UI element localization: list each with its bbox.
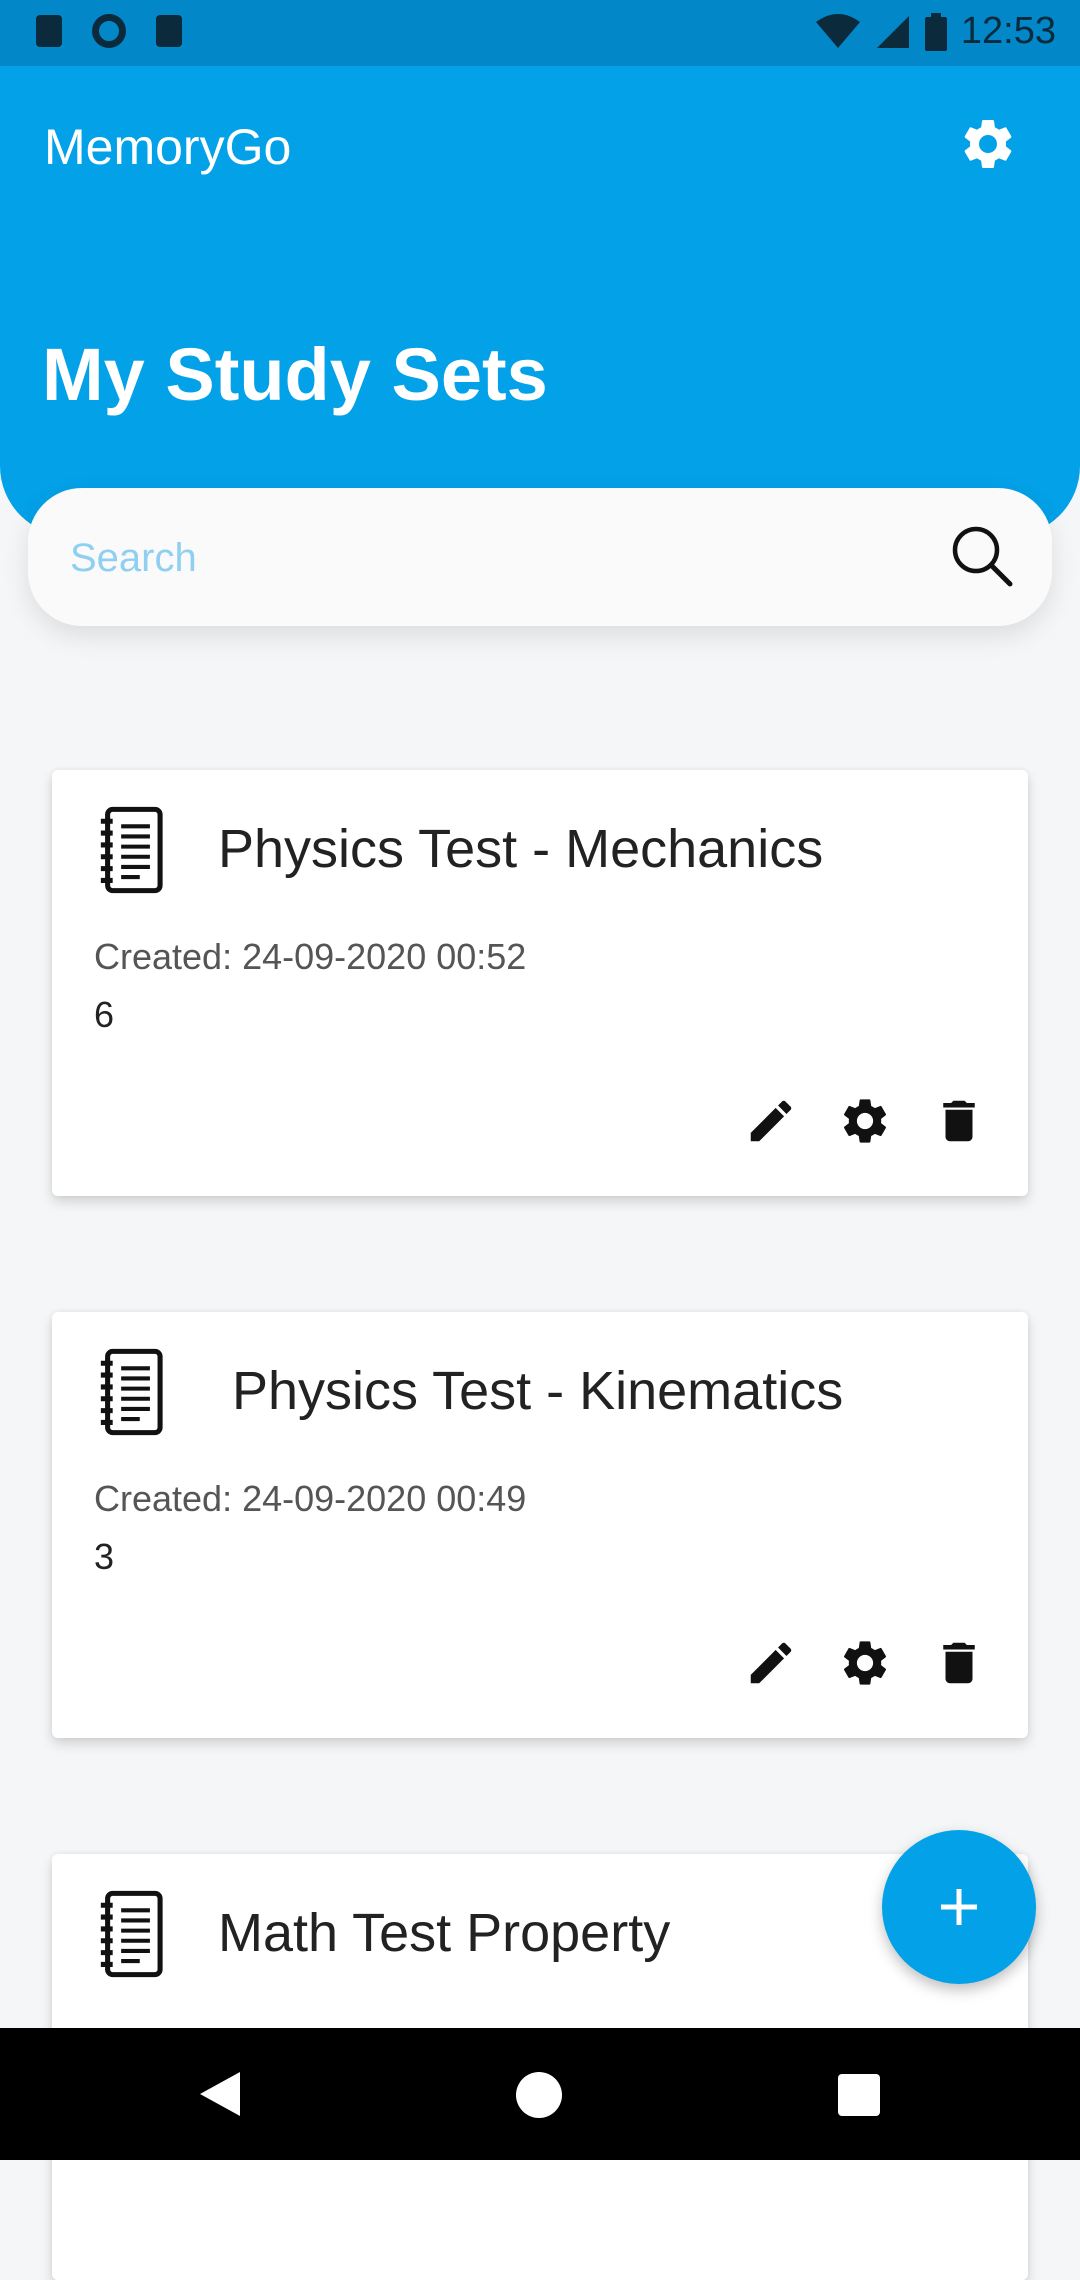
study-set-title: Physics Test - Mechanics: [218, 819, 824, 879]
status-right-icons: 12:53: [815, 10, 1056, 53]
study-set-card[interactable]: Physics Test - Kinematics Created: 24-09…: [52, 1312, 1028, 1738]
sd-card-icon: [156, 15, 182, 47]
signal-icon: [876, 15, 909, 48]
gear-icon[interactable]: [958, 114, 1018, 174]
gear-icon[interactable]: [838, 1094, 892, 1148]
add-study-set-button[interactable]: [882, 1830, 1036, 1984]
study-set-title: Physics Test - Kinematics: [232, 1361, 844, 1421]
app-header: MemoryGo My Study Sets: [0, 66, 1080, 536]
notification-icon: [36, 15, 62, 47]
recents-icon[interactable]: [838, 2074, 880, 2116]
status-left-icons: [36, 14, 182, 48]
edit-icon[interactable]: [744, 1636, 798, 1690]
status-time: 12:53: [960, 10, 1056, 52]
created-date: Created: 24-09-2020 00:52: [94, 936, 527, 977]
gear-icon[interactable]: [838, 1636, 892, 1690]
search-icon[interactable]: [948, 522, 1016, 590]
status-bar: 12:53: [0, 0, 1080, 66]
card-actions: [744, 1636, 986, 1690]
navigation-bar: [0, 2028, 1080, 2160]
study-set-card[interactable]: Physics Test - Mechanics Created: 24-09-…: [52, 770, 1028, 1196]
card-count: 3: [94, 1536, 115, 1577]
app-title: MemoryGo: [44, 119, 292, 175]
notebook-icon: [98, 1890, 168, 1978]
battery-icon: [924, 12, 947, 51]
notebook-icon: [98, 806, 168, 894]
card-actions: [744, 1094, 986, 1148]
edit-icon[interactable]: [744, 1094, 798, 1148]
plus-icon: [941, 1889, 977, 1925]
home-icon[interactable]: [516, 2072, 562, 2118]
delete-icon[interactable]: [932, 1094, 986, 1148]
search-bar: [28, 488, 1052, 626]
sync-icon: [92, 14, 126, 48]
back-icon[interactable]: [198, 2070, 242, 2118]
card-count: 6: [94, 994, 115, 1035]
search-input[interactable]: [68, 524, 912, 592]
delete-icon[interactable]: [932, 1636, 986, 1690]
wifi-icon: [815, 13, 860, 48]
notebook-icon: [98, 1348, 168, 1436]
page-title: My Study Sets: [42, 333, 548, 416]
created-date: Created: 24-09-2020 00:49: [94, 1478, 527, 1519]
study-set-title: Math Test Property: [218, 1903, 671, 1963]
